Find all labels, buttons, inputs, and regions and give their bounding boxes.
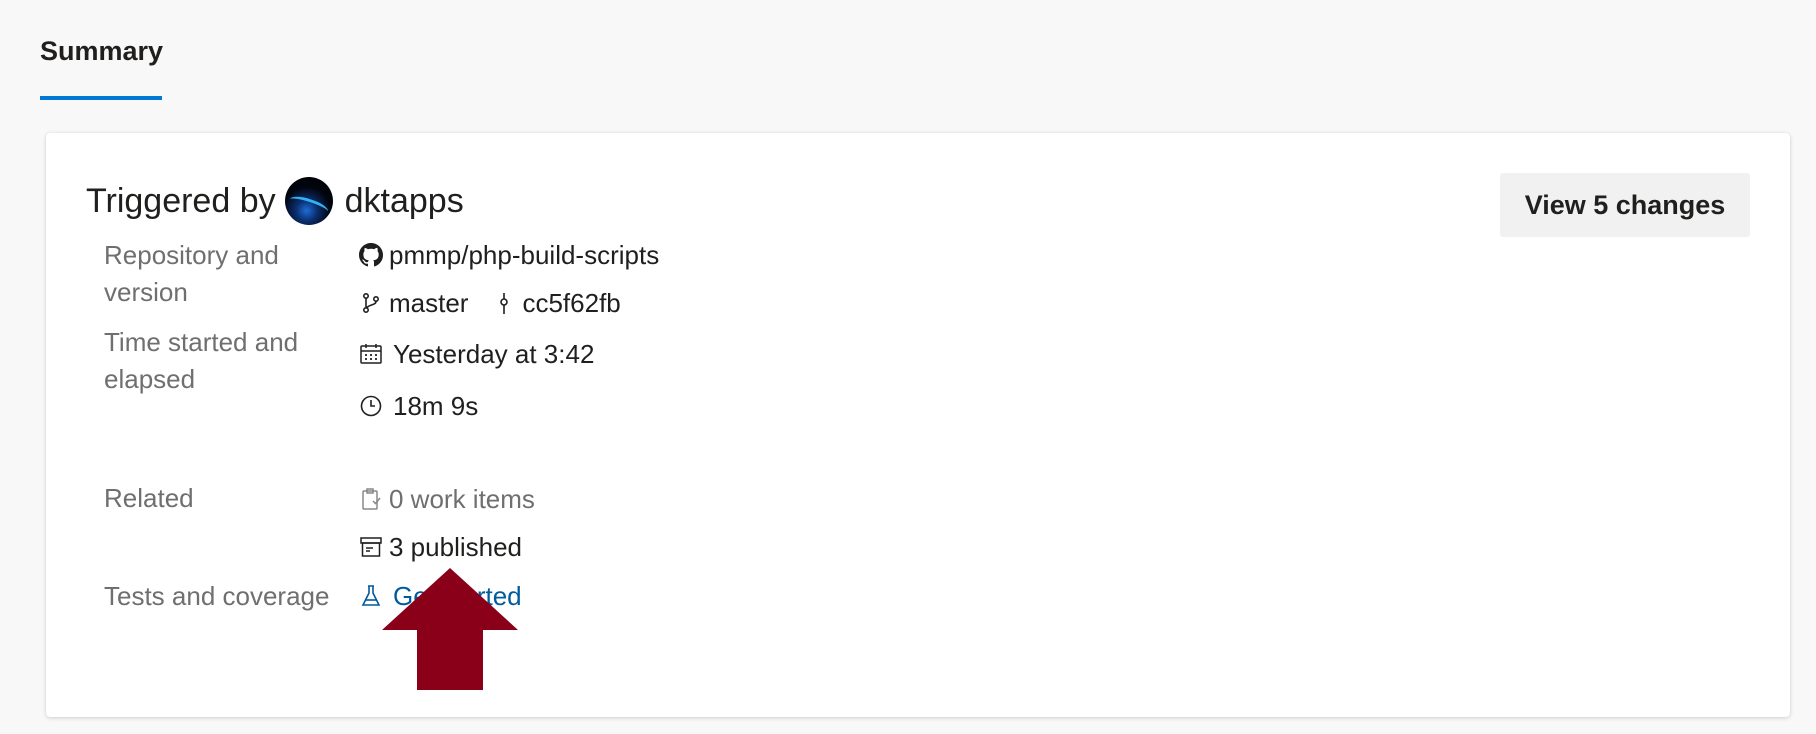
work-items-count[interactable]: 0 work items [389, 484, 535, 515]
work-items-value[interactable]: 0 work items [359, 481, 535, 517]
trigger-prefix: Triggered by [86, 181, 276, 220]
flask-icon [359, 584, 383, 608]
tab-summary[interactable]: Summary [40, 36, 163, 67]
github-icon [359, 243, 383, 267]
branch-name[interactable]: master [389, 288, 468, 319]
view-changes-button[interactable]: View 5 changes [1500, 173, 1750, 237]
artifact-icon [359, 535, 383, 559]
trigger-user[interactable]: dktapps [345, 182, 464, 221]
summary-card: Triggered by dktapps View 5 changes Repo… [46, 133, 1790, 717]
annotation-arrow-icon [382, 568, 518, 690]
commit-id[interactable]: cc5f62fb [522, 288, 620, 319]
version-value: master cc5f62fb [359, 285, 621, 321]
started-value: Yesterday at 3:42 [359, 336, 594, 372]
tab-active-indicator [40, 96, 162, 100]
avatar[interactable] [284, 177, 333, 225]
trigger-header: Triggered by dktapps [86, 171, 464, 231]
related-label: Related [104, 483, 194, 513]
repository-name[interactable]: pmmp/php-build-scripts [389, 240, 659, 271]
repository-label: Repository and version [104, 240, 279, 307]
elapsed-value: 18m 9s [359, 388, 478, 424]
published-value[interactable]: 3 published [359, 529, 522, 565]
tests-label: Tests and coverage [104, 581, 330, 611]
calendar-icon [359, 342, 383, 366]
repository-value[interactable]: pmmp/php-build-scripts [359, 237, 659, 273]
clipboard-icon [359, 487, 383, 511]
started-time: Yesterday at 3:42 [393, 338, 595, 369]
published-count[interactable]: 3 published [389, 532, 522, 563]
commit-icon [492, 291, 516, 315]
branch-icon [359, 291, 383, 315]
time-label: Time started and elapsed [104, 327, 299, 394]
clock-icon [359, 394, 383, 418]
elapsed-time: 18m 9s [393, 390, 479, 421]
